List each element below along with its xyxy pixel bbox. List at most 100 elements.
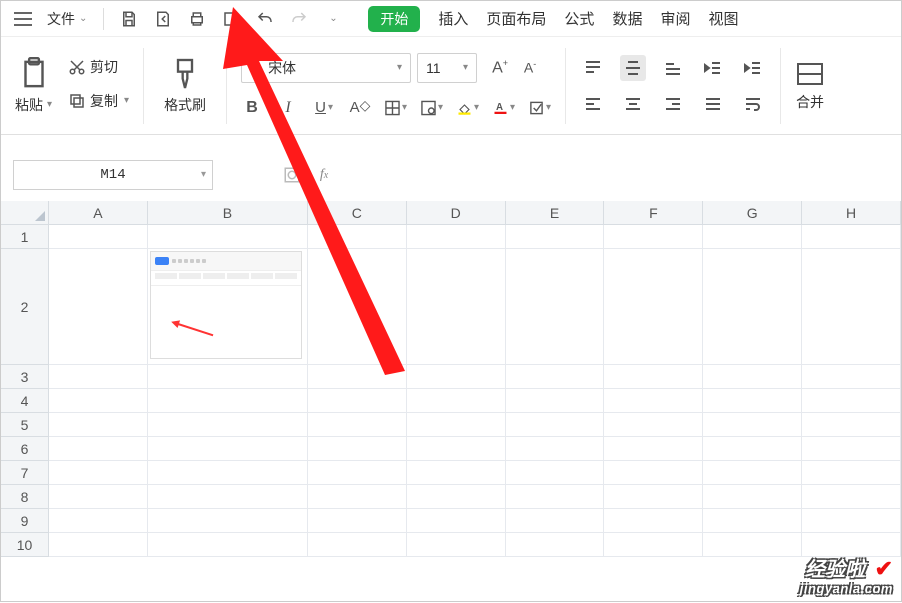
copy-button[interactable]: 复制 ▾: [68, 91, 129, 111]
cell[interactable]: [604, 389, 703, 413]
merge-group[interactable]: 合并: [795, 60, 825, 112]
row-header[interactable]: 3: [1, 365, 49, 389]
cell[interactable]: [308, 249, 407, 365]
cell[interactable]: [308, 461, 407, 485]
clear-format-icon[interactable]: ▾: [529, 97, 551, 119]
font-name-select[interactable]: 宋体 ▾: [241, 53, 411, 83]
row-header[interactable]: 9: [1, 509, 49, 533]
cell[interactable]: [49, 461, 148, 485]
paste-button[interactable]: 粘贴 ▾: [9, 53, 58, 119]
cell[interactable]: [308, 437, 407, 461]
fx-icon[interactable]: fx: [313, 164, 335, 186]
cell[interactable]: [49, 413, 148, 437]
cell[interactable]: [802, 461, 901, 485]
row-header[interactable]: 5: [1, 413, 49, 437]
col-header[interactable]: D: [407, 201, 506, 225]
cell[interactable]: [802, 365, 901, 389]
cell[interactable]: [407, 249, 506, 365]
cell[interactable]: [308, 365, 407, 389]
align-bottom-icon[interactable]: [660, 55, 686, 81]
print-preview-icon[interactable]: [216, 4, 246, 34]
cell[interactable]: [407, 437, 506, 461]
row-header[interactable]: 4: [1, 389, 49, 413]
tab-page-layout[interactable]: 页面布局: [486, 8, 546, 29]
cell[interactable]: [148, 485, 308, 509]
increase-indent-icon[interactable]: [740, 55, 766, 81]
tab-view[interactable]: 视图: [708, 8, 738, 29]
cell[interactable]: [703, 461, 802, 485]
cell[interactable]: [604, 533, 703, 557]
cell[interactable]: [49, 437, 148, 461]
borders-icon[interactable]: ▾: [385, 97, 407, 119]
cell[interactable]: [506, 365, 605, 389]
italic-icon[interactable]: I: [277, 97, 299, 119]
cell[interactable]: [49, 225, 148, 249]
undo-icon[interactable]: [250, 4, 280, 34]
save-icon[interactable]: [114, 4, 144, 34]
col-header[interactable]: G: [703, 201, 802, 225]
col-header[interactable]: F: [604, 201, 703, 225]
save-as-icon[interactable]: [148, 4, 178, 34]
select-all-corner[interactable]: [1, 201, 49, 225]
tab-review[interactable]: 审阅: [660, 8, 690, 29]
redo-icon[interactable]: [284, 4, 314, 34]
col-header[interactable]: E: [506, 201, 605, 225]
cell[interactable]: [506, 389, 605, 413]
cell[interactable]: [49, 389, 148, 413]
row-header[interactable]: 8: [1, 485, 49, 509]
cell[interactable]: [506, 413, 605, 437]
font-color-icon[interactable]: A▾: [493, 97, 515, 119]
cell[interactable]: [506, 485, 605, 509]
cell[interactable]: [604, 365, 703, 389]
row-header[interactable]: 10: [1, 533, 49, 557]
cell[interactable]: [802, 485, 901, 509]
cell[interactable]: [49, 485, 148, 509]
cell-b2[interactable]: [148, 249, 308, 365]
cell[interactable]: [703, 533, 802, 557]
cancel-fx-icon[interactable]: [281, 164, 303, 186]
format-painter-button[interactable]: 格式刷: [158, 53, 212, 119]
print-icon[interactable]: [182, 4, 212, 34]
cell[interactable]: [703, 413, 802, 437]
col-header[interactable]: B: [148, 201, 308, 225]
cell[interactable]: [604, 509, 703, 533]
cell[interactable]: [148, 413, 308, 437]
cell[interactable]: [506, 225, 605, 249]
cell[interactable]: [49, 249, 148, 365]
hamburger-icon[interactable]: [9, 5, 37, 33]
cell[interactable]: [407, 533, 506, 557]
cell[interactable]: [703, 437, 802, 461]
align-top-icon[interactable]: [580, 55, 606, 81]
tab-start[interactable]: 开始: [368, 6, 420, 32]
align-left-icon[interactable]: [580, 91, 606, 117]
cell[interactable]: [148, 365, 308, 389]
cell[interactable]: [148, 461, 308, 485]
cell[interactable]: [308, 509, 407, 533]
cell[interactable]: [49, 509, 148, 533]
cell[interactable]: [506, 509, 605, 533]
cell[interactable]: [802, 249, 901, 365]
cell[interactable]: [407, 461, 506, 485]
cell[interactable]: [407, 225, 506, 249]
cell[interactable]: [308, 225, 407, 249]
cell[interactable]: [802, 437, 901, 461]
cell[interactable]: [604, 485, 703, 509]
align-center-icon[interactable]: [620, 91, 646, 117]
font-size-select[interactable]: 11 ▾: [417, 53, 477, 83]
underline-icon[interactable]: U▾: [313, 97, 335, 119]
row-header[interactable]: 1: [1, 225, 49, 249]
col-header[interactable]: C: [308, 201, 407, 225]
increase-font-icon[interactable]: A+: [489, 57, 511, 79]
cell[interactable]: [148, 437, 308, 461]
cell[interactable]: [506, 533, 605, 557]
col-header[interactable]: A: [49, 201, 148, 225]
embedded-image[interactable]: [150, 251, 302, 359]
cell[interactable]: [148, 533, 308, 557]
cell[interactable]: [148, 225, 308, 249]
file-menu[interactable]: 文件 ⌄: [41, 9, 93, 29]
cell[interactable]: [308, 485, 407, 509]
cell[interactable]: [802, 225, 901, 249]
cell[interactable]: [407, 413, 506, 437]
row-header[interactable]: 2: [1, 249, 49, 365]
cell[interactable]: [148, 509, 308, 533]
